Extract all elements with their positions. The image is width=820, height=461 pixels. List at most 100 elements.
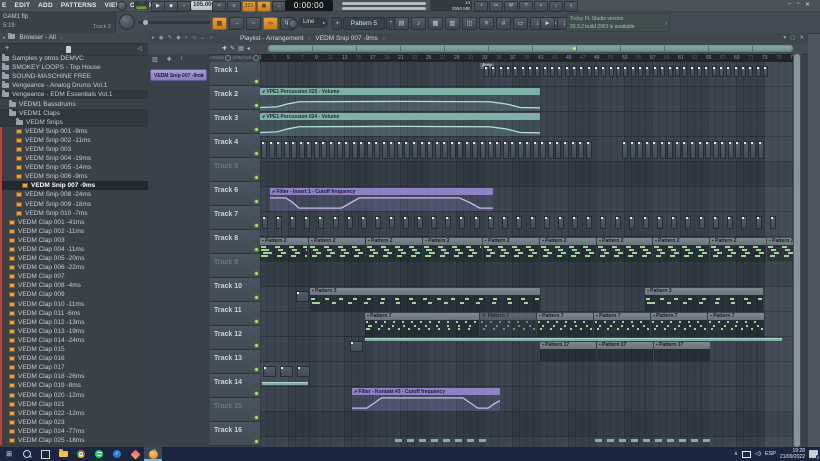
mini-clip[interactable]	[474, 216, 480, 229]
playlist-grid[interactable]: Auto✐VPE1 Percussion 025 - Volume✐VPE1 P…	[260, 62, 793, 447]
browser-item[interactable]: VEDM Clap 008 -4ms	[0, 281, 148, 290]
mini-clip[interactable]	[297, 366, 310, 377]
mini-clip[interactable]	[480, 141, 486, 159]
minimize-icon[interactable]: –	[786, 1, 793, 8]
mini-clip[interactable]	[299, 141, 305, 159]
pattern-clip[interactable]: ▪ Pattern 2	[260, 238, 308, 261]
browser-item[interactable]: VEDM Snip 001 -9ms	[0, 127, 148, 136]
mini-clip[interactable]	[412, 141, 418, 159]
mini-clip[interactable]	[304, 216, 310, 229]
picker-tool-icon-2[interactable]: /	[181, 56, 183, 63]
pattern-clip[interactable]: ▪ Pattern 7	[651, 313, 707, 336]
main-pitch-knob[interactable]	[117, 1, 127, 11]
browser-item[interactable]: VEDM Clap 020 -12ms	[0, 390, 148, 399]
mini-clip[interactable]	[727, 216, 733, 229]
browser-item[interactable]: VEDM Snip 007 -9ms	[0, 181, 148, 190]
track-header[interactable]: Track 8	[210, 230, 260, 254]
playlist-tool-icon-3[interactable]: ◂	[247, 45, 250, 52]
pattern-clip[interactable]: ▪ Pattern 17	[654, 342, 710, 361]
mini-clip[interactable]	[314, 141, 320, 159]
track-enable-led[interactable]	[255, 248, 258, 251]
mini-clip[interactable]	[630, 141, 636, 159]
track-enable-led[interactable]	[255, 416, 258, 419]
mini-clip[interactable]	[262, 216, 268, 229]
picker-selected-clip[interactable]: VEDM Snip 007 -9ms ✚	[150, 69, 207, 81]
todo-app-button[interactable]: ✓	[108, 447, 126, 461]
track-header[interactable]: Track 10	[210, 278, 260, 302]
mini-clip[interactable]	[403, 216, 409, 229]
track-header[interactable]: Track 15	[210, 398, 260, 422]
track-header[interactable]: Track 9	[210, 254, 260, 278]
pattern-field[interactable]: Pattern 5	[343, 17, 385, 30]
pattern-prev-button[interactable]: ◂	[332, 17, 342, 30]
mini-clip[interactable]	[600, 216, 606, 229]
mini-clip[interactable]	[352, 141, 358, 159]
mini-clip[interactable]	[682, 66, 687, 77]
playlist-titlebar-icon-7[interactable]: ○	[209, 33, 212, 44]
browser-item[interactable]: Vengeance - Analog Drums Vol.1	[0, 81, 148, 90]
mini-clip[interactable]	[601, 66, 606, 77]
track-enable-led[interactable]	[255, 368, 258, 371]
mini-clip[interactable]	[502, 216, 508, 229]
mini-clip[interactable]	[427, 141, 433, 159]
pattern-clip[interactable]: ✕ Pattern 7	[480, 313, 536, 336]
mini-clip[interactable]	[763, 66, 768, 77]
mini-clip[interactable]	[586, 141, 592, 159]
chat-icon[interactable]: ◖	[564, 1, 578, 12]
menu-item-edit[interactable]: EDIT	[15, 2, 31, 9]
mini-clip[interactable]	[495, 141, 501, 159]
mini-clip[interactable]	[756, 216, 762, 229]
track-enable-led[interactable]	[255, 176, 258, 179]
browser-item[interactable]: VEDM Snip 009 -18ms	[0, 200, 148, 209]
mini-clip[interactable]	[726, 66, 731, 77]
browser-item[interactable]: VEDM Clap 015	[0, 345, 148, 354]
mini-clip[interactable]	[713, 216, 719, 229]
mini-clip[interactable]	[513, 66, 518, 77]
pattern-clip[interactable]: ▪ Pattern 3	[645, 288, 763, 311]
mini-clip[interactable]	[728, 141, 734, 159]
mini-clip[interactable]	[499, 66, 504, 77]
browser-item[interactable]: VEDM Snip 002 -11ms	[0, 136, 148, 145]
track-header[interactable]: Track 16	[210, 422, 260, 446]
mini-clip[interactable]	[389, 141, 395, 159]
pattern-clip[interactable]: ▪ Pattern 7	[594, 313, 650, 336]
pattern-clip[interactable]: ▪ Pattern 2	[366, 238, 422, 261]
mini-clip[interactable]	[558, 216, 564, 229]
browser-panel-icon[interactable]: ◫	[462, 17, 477, 30]
mini-clip[interactable]	[535, 66, 540, 77]
browser-item[interactable]: VEDM Clap 005 -20ms	[0, 254, 148, 263]
browser-item[interactable]: VEDM Clap 012 -13ms	[0, 318, 148, 327]
track-enable-led[interactable]	[255, 104, 258, 107]
mini-clip[interactable]	[333, 216, 339, 229]
pattern-clip[interactable]: ▪ Pattern 2	[597, 238, 652, 261]
mini-clip[interactable]	[296, 291, 309, 302]
browser-item[interactable]: VEDM1 Bassdrums	[0, 99, 148, 108]
mini-clip[interactable]	[756, 66, 761, 77]
mini-clip[interactable]	[565, 66, 570, 77]
mini-clip[interactable]	[261, 141, 267, 159]
pattern-clip[interactable]: ▪ Pattern 3	[310, 288, 540, 311]
mini-clip[interactable]	[720, 141, 726, 159]
browser-item[interactable]: VEDM1 Claps	[0, 109, 148, 118]
track-enable-led[interactable]	[255, 392, 258, 395]
mini-clip[interactable]	[555, 141, 561, 159]
mini-clip[interactable]	[484, 66, 489, 77]
playlist-titlebar-icon-2[interactable]: ✎	[168, 33, 173, 44]
browser-item[interactable]: VEDM Clap 003	[0, 236, 148, 245]
pattern-clip[interactable]: ▪ Pattern 7	[365, 313, 479, 336]
mini-clip[interactable]	[587, 66, 592, 77]
mini-clip[interactable]	[579, 66, 584, 77]
picker-tool-icon-1[interactable]: ✚	[167, 56, 172, 63]
vertical-scrollbar[interactable]	[793, 54, 801, 447]
browser-item[interactable]: VEDM Clap 022 -12ms	[0, 409, 148, 418]
mini-clip[interactable]	[503, 141, 509, 159]
playlist-tool-icon-1[interactable]: ✎	[230, 45, 235, 52]
browser-item[interactable]: VEDM Clap 017	[0, 363, 148, 372]
mini-clip[interactable]	[374, 141, 380, 159]
mini-clip[interactable]	[690, 141, 696, 159]
mini-clip[interactable]	[318, 216, 324, 229]
browser-item[interactable]: VEDM Clap 021	[0, 400, 148, 409]
mini-clip[interactable]	[719, 66, 724, 77]
mini-clip[interactable]	[382, 141, 388, 159]
mini-clip[interactable]	[276, 141, 282, 159]
